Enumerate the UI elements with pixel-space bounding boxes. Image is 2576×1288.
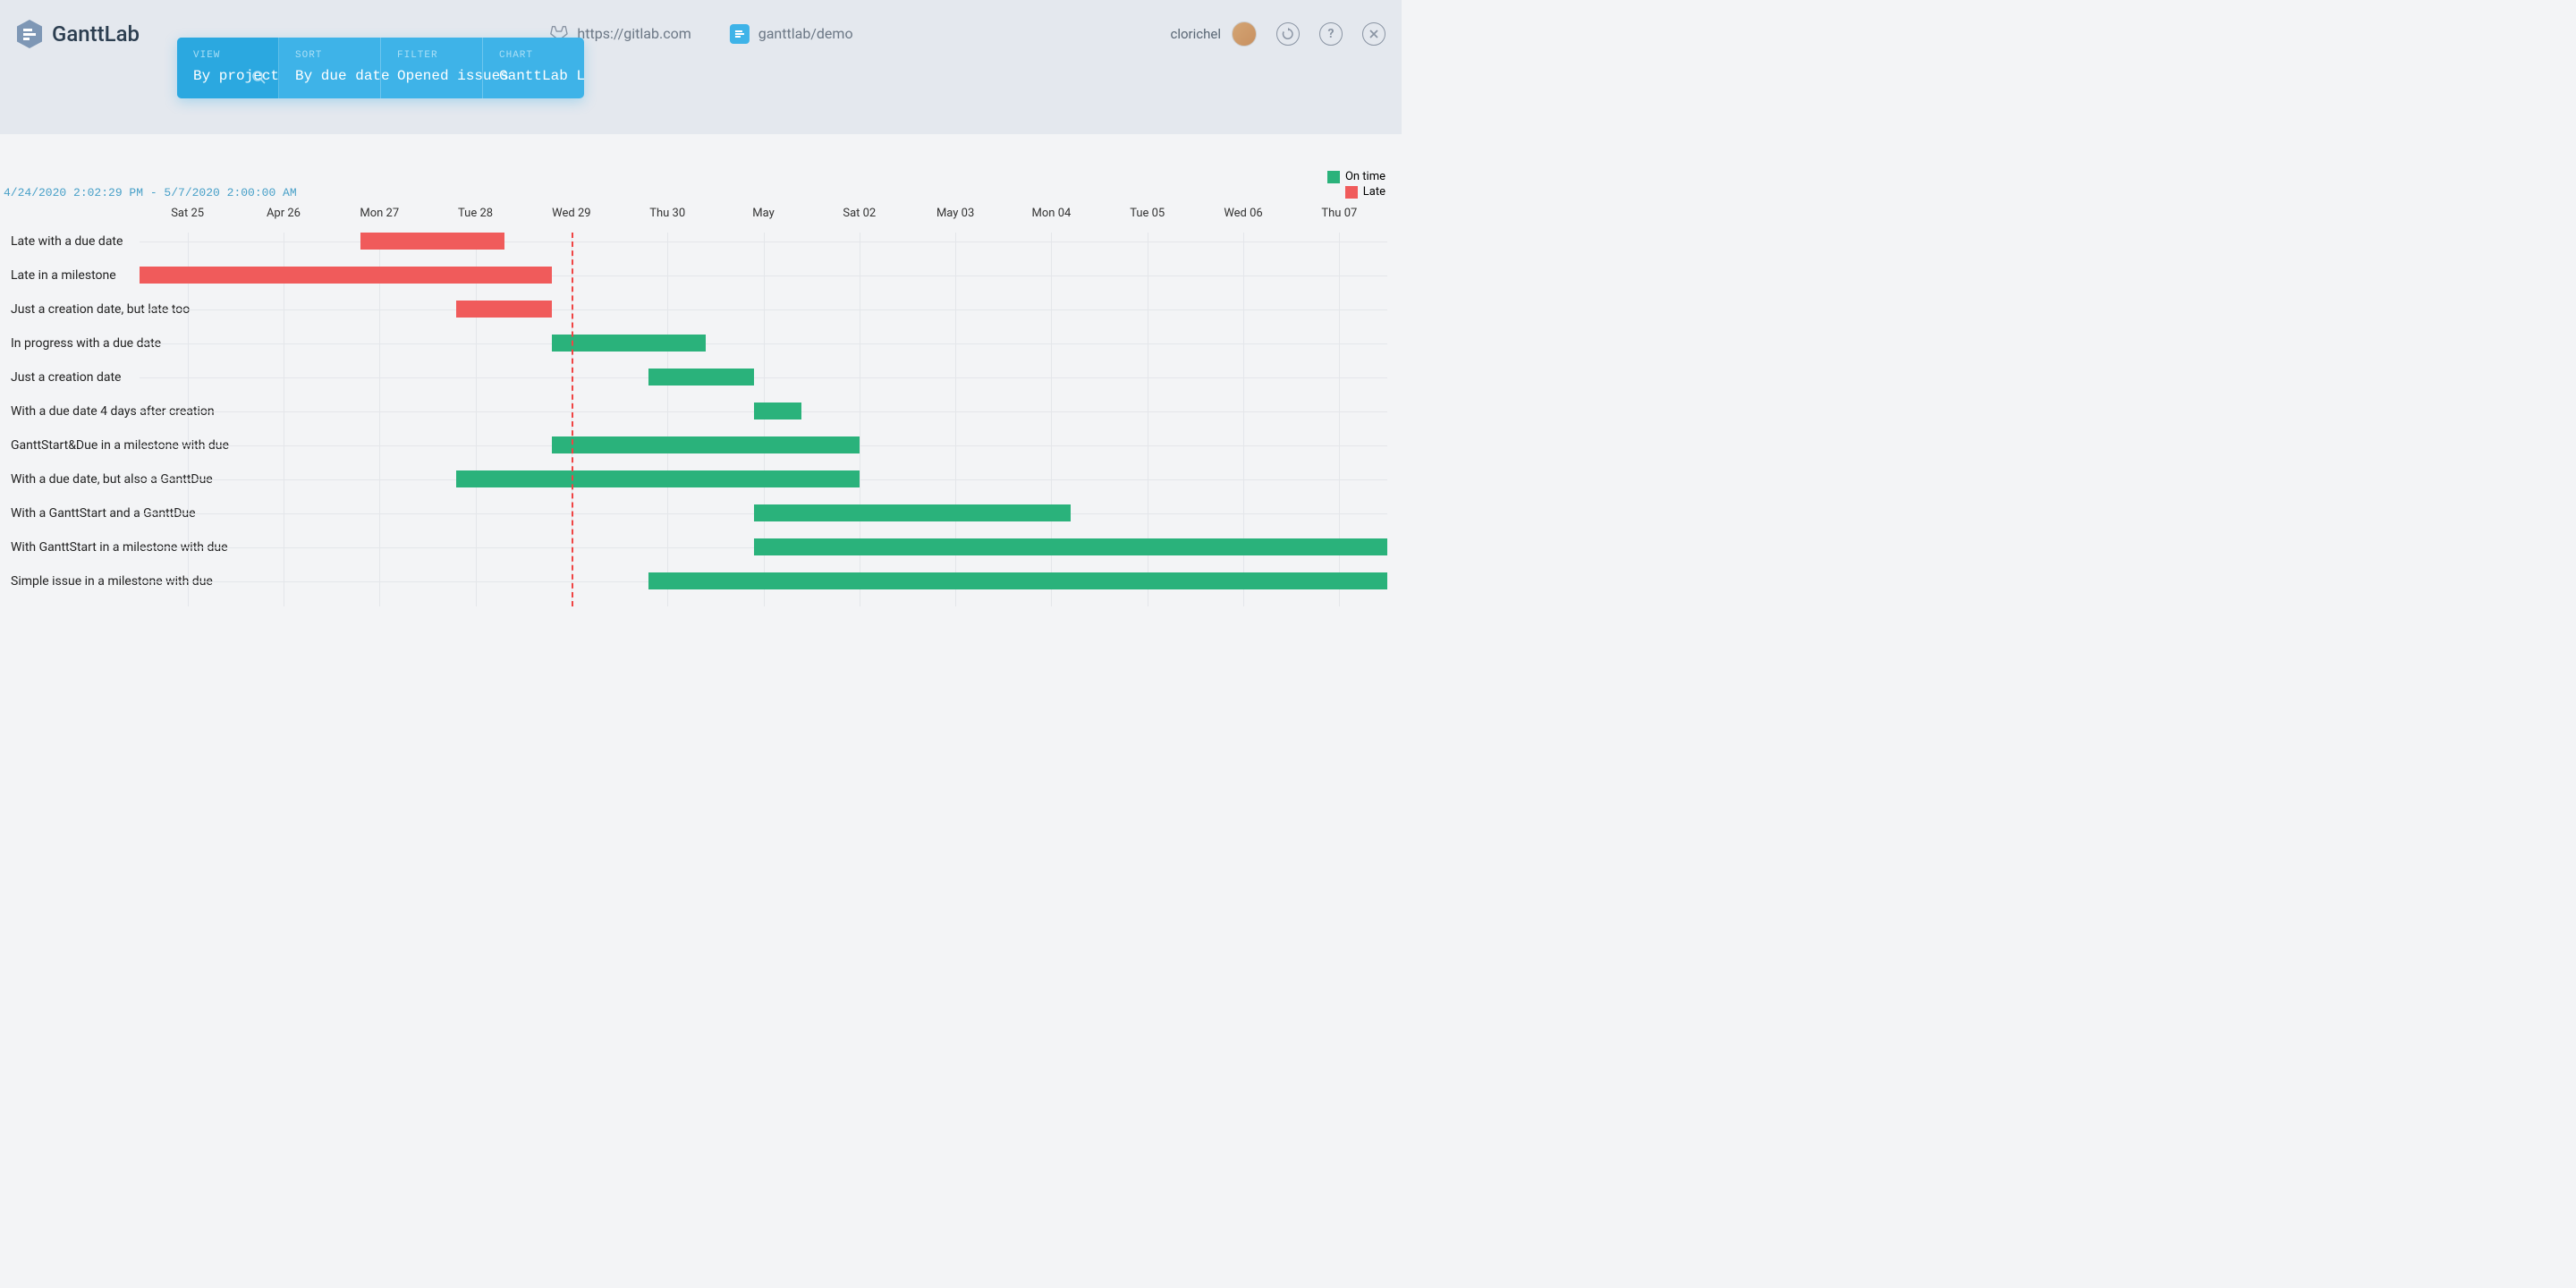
date-axis-label: Sat 25 <box>171 207 204 220</box>
close-button[interactable] <box>1362 22 1385 46</box>
gantt-row: Just a creation date <box>140 369 1387 386</box>
gantt-row: Simple issue in a milestone with due <box>140 572 1387 589</box>
gantt-row: Just a creation date, but late too <box>140 301 1387 318</box>
gantt-row: With a GanttStart and a GanttDue <box>140 504 1387 521</box>
date-axis-label: Thu 07 <box>1321 207 1357 220</box>
gantt-bar[interactable] <box>754 538 1387 555</box>
timeline: Sat 25 Apr 26 Mon 27 Tue 28 Wed 29 Thu 30 May S… <box>140 207 1387 606</box>
ganttlab-logo-icon <box>16 19 43 49</box>
today-line <box>572 233 573 606</box>
help-button[interactable]: ? <box>1319 22 1343 46</box>
legend-late-label: Late <box>1363 185 1385 199</box>
gantt-row: GanttStart&Due in a milestone with due <box>140 436 1387 453</box>
gitlab-url-text: https://gitlab.com <box>577 25 691 42</box>
search-icon[interactable] <box>251 70 266 89</box>
gantt-row: In progress with a due date <box>140 335 1387 352</box>
legend-ontime: On time <box>1327 170 1385 183</box>
toolbar-chart-value: GanttLab Legacy <box>499 68 568 84</box>
toolbar-filter-label: FILTER <box>397 50 466 61</box>
legend: On time Late <box>1327 170 1385 200</box>
date-axis-label: Tue 05 <box>1130 207 1165 220</box>
close-icon <box>1368 29 1379 39</box>
gantt-row: With a due date 4 days after creation <box>140 402 1387 419</box>
date-axis-label: Mon 27 <box>360 207 399 220</box>
gantt-row: With GanttStart in a milestone with due <box>140 538 1387 555</box>
gantt-bar[interactable] <box>456 301 552 318</box>
legend-late-swatch <box>1345 186 1358 199</box>
gantt-bar[interactable] <box>648 572 1387 589</box>
date-axis-label: Mon 04 <box>1032 207 1072 220</box>
gantt-bar[interactable] <box>456 470 860 487</box>
date-axis-label: Apr 26 <box>267 207 301 220</box>
toolbar-chart-label: CHART <box>499 50 568 61</box>
header-center: https://gitlab.com ganttlab/demo <box>548 23 852 45</box>
project-icon <box>730 24 750 44</box>
toolbar-sort[interactable]: SORT By due date <box>279 38 381 98</box>
toolbar-filter[interactable]: FILTER Opened issues <box>381 38 483 98</box>
help-icon: ? <box>1328 27 1335 41</box>
date-axis-label: Thu 30 <box>649 207 685 220</box>
date-axis-label: Sat 02 <box>843 207 876 220</box>
gantt-bar[interactable] <box>648 369 754 386</box>
date-axis-label: Tue 28 <box>458 207 493 220</box>
date-axis-label: May <box>752 207 774 220</box>
refresh-icon <box>1282 28 1294 40</box>
gantt-row: Late with a due date <box>140 233 1387 250</box>
toolbar-sort-label: SORT <box>295 50 364 61</box>
toolbar-chart[interactable]: CHART GanttLab Legacy <box>483 38 584 98</box>
legend-ontime-label: On time <box>1345 170 1385 183</box>
toolbar-view[interactable]: VIEW By project <box>177 38 279 98</box>
content: On time Late 4/24/2020 2:02:29 PM - 5/7/… <box>0 134 1402 606</box>
gantt-rows: Late with a due date Late in a milestone J… <box>140 233 1387 606</box>
refresh-button[interactable] <box>1276 22 1300 46</box>
date-range-text: 4/24/2020 2:02:29 PM - 5/7/2020 2:00:00 … <box>4 186 1387 199</box>
gantt-bar[interactable] <box>552 335 706 352</box>
project-link[interactable]: ganttlab/demo <box>730 24 853 44</box>
gantt-row: Late in a milestone <box>140 267 1387 284</box>
gantt-row: With a due date, but also a GanttDue <box>140 470 1387 487</box>
app-name: GanttLab <box>52 21 140 47</box>
date-axis-label: Wed 06 <box>1224 207 1262 220</box>
avatar[interactable] <box>1232 21 1257 47</box>
legend-ontime-swatch <box>1327 171 1340 183</box>
project-path-text: ganttlab/demo <box>758 25 853 42</box>
toolbar-filter-value: Opened issues <box>397 68 466 84</box>
gantt-bar[interactable] <box>360 233 504 250</box>
toolbar-view-label: VIEW <box>193 50 262 61</box>
date-axis-label: Wed 29 <box>552 207 590 220</box>
username[interactable]: clorichel <box>1171 26 1222 42</box>
logo-area[interactable]: GanttLab <box>16 19 140 49</box>
toolbar: VIEW By project SORT By due date FILTER … <box>177 38 584 98</box>
gantt-bar[interactable] <box>754 402 802 419</box>
header-right: clorichel ? <box>1171 21 1386 47</box>
gantt-bar[interactable] <box>552 436 859 453</box>
toolbar-sort-value: By due date <box>295 68 364 84</box>
date-axis-label: May 03 <box>936 207 974 220</box>
legend-late: Late <box>1327 185 1385 199</box>
gantt-bar[interactable] <box>754 504 1071 521</box>
gantt-bar[interactable] <box>140 267 552 284</box>
date-axis: Sat 25 Apr 26 Mon 27 Tue 28 Wed 29 Thu 30 May S… <box>140 207 1387 228</box>
gantt-chart: On time Late 4/24/2020 2:02:29 PM - 5/7/… <box>0 186 1402 606</box>
